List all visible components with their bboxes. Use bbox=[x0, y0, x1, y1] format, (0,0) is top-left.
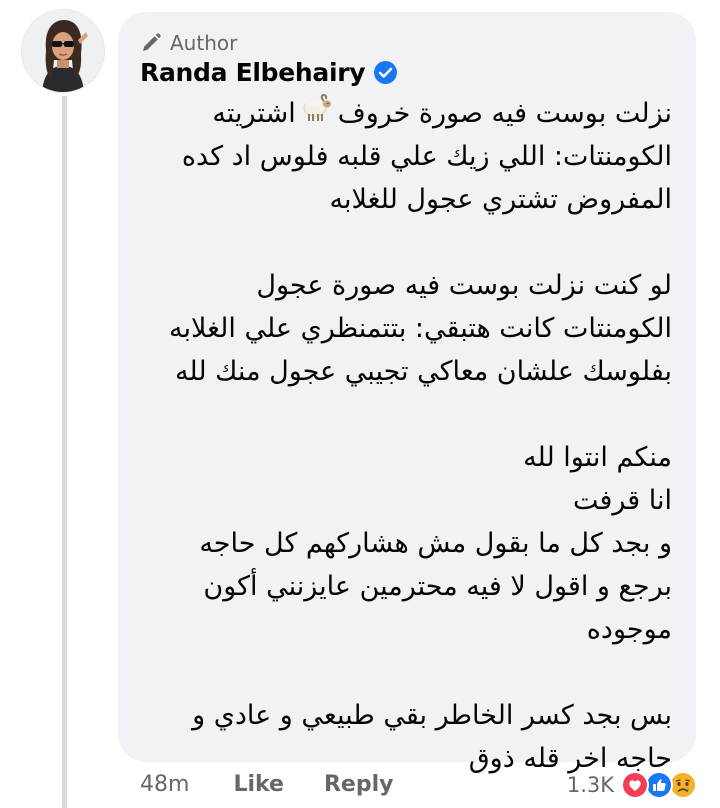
comment-text-line: الكومنتات: اللي زيك علي قلبه فلوس اد كده bbox=[181, 141, 672, 172]
author-badge-label: Author bbox=[170, 31, 238, 55]
pencil-icon bbox=[140, 32, 162, 54]
love-icon bbox=[620, 770, 650, 800]
comment-text-line: بس بجد كسر الخاطر بقي طبيعي و عادي و bbox=[192, 700, 672, 731]
comment-text-line: الكومنتات كانت هتبقي: بتتمنظري علي الغلا… bbox=[169, 313, 672, 344]
author-name[interactable]: Randa Elbehairy bbox=[140, 58, 366, 87]
avatar[interactable] bbox=[22, 10, 104, 92]
comment-text-segment: اشتريته bbox=[212, 98, 296, 129]
comment-text-line: برجع و اقول لا فيه محترمين عايزنني أكون bbox=[203, 571, 672, 602]
comment-text-line: المفروض تشتري عجول للغلابه bbox=[329, 184, 673, 215]
comment-text-line: منكم انتوا لله bbox=[523, 442, 672, 473]
author-badge: Author bbox=[140, 30, 237, 56]
comment-text-line: لو كنت نزلت بوست فيه صورة عجول bbox=[256, 270, 672, 301]
like-button[interactable]: Like bbox=[233, 772, 284, 797]
comment-text-line: بفلوسك علشان معاكي تجيبي عجول منك لله bbox=[174, 356, 672, 387]
reaction-count: 1.3K bbox=[566, 773, 614, 797]
timestamp-link[interactable]: 48m bbox=[140, 772, 189, 797]
comment-text: نزلت بوست فيه صورة خروف اشتريته الكومنتات:… bbox=[160, 92, 672, 780]
author-name-row: Randa Elbehairy bbox=[140, 58, 398, 87]
verified-badge-icon bbox=[373, 60, 398, 85]
comment-text-line: نزلت بوست فيه صورة خروف اشتريته bbox=[160, 92, 672, 135]
reply-button[interactable]: Reply bbox=[324, 772, 394, 797]
comment-actions: 48m Like Reply bbox=[140, 772, 393, 797]
comment-text-segment: نزلت بوست فيه صورة خروف bbox=[337, 98, 672, 129]
comment-thread: Author Randa Elbehairy نزلت بوست فيه صور… bbox=[0, 0, 720, 808]
comment-text-line: انا قرفت bbox=[572, 485, 672, 516]
thread-line bbox=[62, 96, 67, 808]
reaction-summary[interactable]: 1.3K bbox=[567, 770, 698, 800]
ram-emoji-icon bbox=[300, 93, 334, 136]
comment-text-line: و بجد كل ما بقول مش هشاركهم كل حاجه bbox=[199, 528, 672, 559]
comment-text-line: موجوده bbox=[586, 614, 672, 645]
avatar-image bbox=[22, 10, 104, 92]
